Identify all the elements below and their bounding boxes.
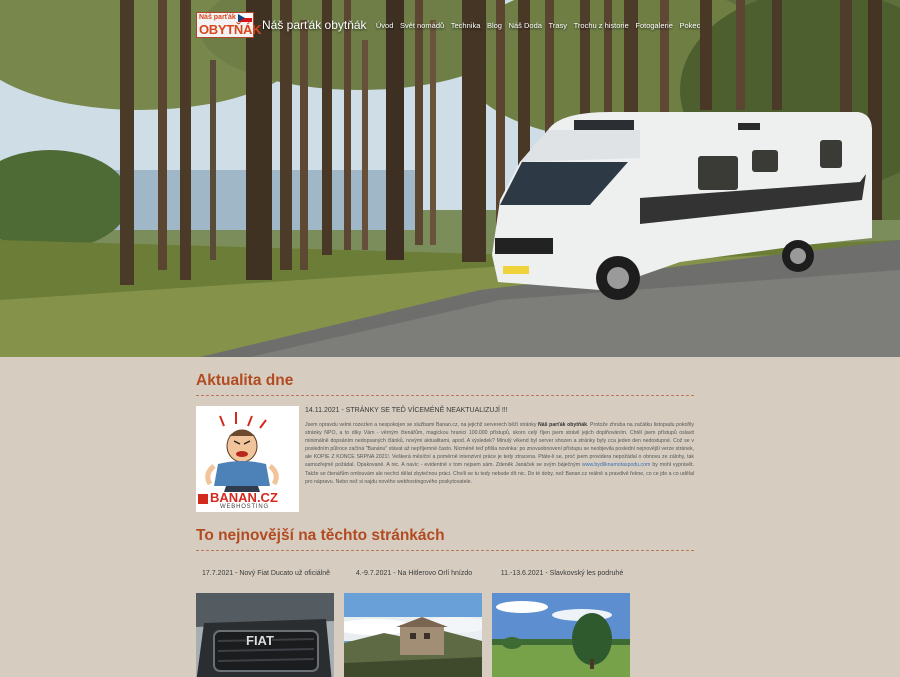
menu-item-pokec[interactable]: Pokec bbox=[680, 21, 701, 30]
menu-item-nas-doda[interactable]: Náš Doda bbox=[509, 21, 542, 30]
menu-item-blog[interactable]: Blog bbox=[487, 21, 502, 30]
menu-item-svet-nomadu[interactable]: Svět nomádů bbox=[400, 21, 444, 30]
site-logo[interactable]: Náš parťák OBYTŇÁK bbox=[196, 12, 261, 38]
news-text-part1: Jsem opravdu velmi rozezlen a nespokojen… bbox=[305, 422, 537, 428]
divider bbox=[196, 395, 694, 396]
latest-cards: 17.7.2021 - Nový Fiat Ducato už oficiáln… bbox=[196, 570, 640, 677]
czech-flag-icon bbox=[238, 14, 252, 22]
news-item: BANAN.CZ WEBHOSTING 14.11.2021 - STRÁNKY… bbox=[196, 406, 694, 512]
eagles-nest-image[interactable] bbox=[344, 593, 482, 677]
latest-section: To nejnovější na těchto stránkách bbox=[196, 527, 694, 551]
menu-item-uvod[interactable]: Úvod bbox=[376, 21, 394, 30]
hero-photo bbox=[0, 0, 900, 357]
menu-item-fotogalerie[interactable]: Fotogalerie bbox=[635, 21, 673, 30]
slavkov-forest-image[interactable] bbox=[492, 593, 630, 677]
fiat-badge: FIAT bbox=[246, 633, 274, 648]
article-card-title[interactable]: 11.-13.6.2021 - Slavkovský les podruhé bbox=[492, 570, 632, 586]
menu-item-historie[interactable]: Trochu z historie bbox=[574, 21, 629, 30]
menu-item-trasy[interactable]: Trasy bbox=[549, 21, 567, 30]
hero-banner: Náš parťák OBYTŇÁK Náš parťák obytňák Úv… bbox=[0, 0, 900, 357]
news-text-bold: Náš parťák obytňák bbox=[538, 422, 587, 428]
main-menu: Úvod Svět nomádů Technika Blog Náš Doda … bbox=[373, 21, 704, 30]
site-title[interactable]: Náš parťák obytňák bbox=[262, 18, 367, 32]
article-card[interactable]: 17.7.2021 - Nový Fiat Ducato už oficiáln… bbox=[196, 570, 336, 677]
fiat-ducato-image[interactable]: FIAT bbox=[196, 593, 334, 677]
article-card[interactable]: 4.-9.7.2021 - Na Hitlerovo Orlí hnízdo bbox=[344, 570, 484, 677]
logo-line1: Náš parťák bbox=[199, 14, 236, 21]
article-card-title[interactable]: 17.7.2021 - Nový Fiat Ducato už oficiáln… bbox=[196, 570, 336, 586]
top-navigation: Náš parťák OBYTŇÁK Náš parťák obytňák Úv… bbox=[196, 12, 704, 38]
news-headline: 14.11.2021 - STRÁNKY SE TEĎ VÍCEMÉNĚ NEA… bbox=[305, 407, 508, 414]
angry-man-banan-image[interactable]: BANAN.CZ WEBHOSTING bbox=[196, 406, 299, 512]
article-card[interactable]: 11.-13.6.2021 - Slavkovský les podruhé bbox=[492, 570, 632, 677]
banan-logo-text: BANAN.CZ bbox=[210, 490, 278, 505]
article-card-title[interactable]: 4.-9.7.2021 - Na Hitlerovo Orlí hnízdo bbox=[344, 570, 484, 586]
webhosting-label: WEBHOSTING bbox=[220, 504, 270, 510]
news-section: Aktualita dne BANAN.CZ WEBHOSTING 14.11.… bbox=[196, 372, 694, 512]
news-text: Jsem opravdu velmi rozezlen a nespokojen… bbox=[305, 421, 694, 486]
news-external-link[interactable]: www.bydliknamotaspodu.com bbox=[582, 462, 650, 468]
menu-item-technika[interactable]: Technika bbox=[451, 21, 481, 30]
logo-line2: OBYTŇÁK bbox=[199, 22, 262, 37]
news-body: 14.11.2021 - STRÁNKY SE TEĎ VÍCEMÉNĚ NEA… bbox=[305, 406, 694, 512]
latest-heading: To nejnovější na těchto stránkách bbox=[196, 527, 445, 544]
divider bbox=[196, 550, 694, 551]
news-heading: Aktualita dne bbox=[196, 372, 294, 389]
